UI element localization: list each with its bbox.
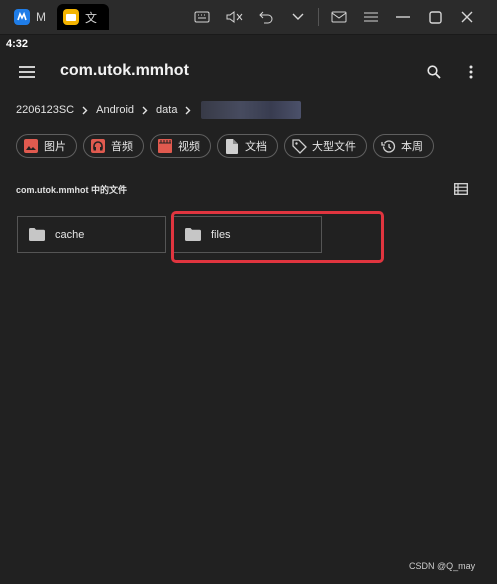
watermark: CSDN @Q_may — [409, 561, 476, 571]
chevron-right-icon — [185, 106, 191, 115]
chip-large-files-label: 大型文件 — [312, 141, 356, 153]
chip-images[interactable]: 图片 — [16, 134, 77, 158]
close-icon[interactable] — [451, 6, 483, 28]
folder-name: cache — [55, 228, 85, 241]
chip-video[interactable]: 视频 — [150, 134, 211, 158]
app-logo-icon — [14, 9, 30, 25]
list-view-toggle[interactable] — [451, 180, 471, 198]
search-icon — [427, 65, 441, 79]
window-tab-1-label: M — [36, 10, 46, 24]
chip-large-files[interactable]: 大型文件 — [284, 134, 367, 158]
menu-icon — [19, 66, 35, 78]
headphones-icon — [90, 138, 106, 154]
chip-this-week-label: 本周 — [401, 141, 423, 153]
chip-video-label: 视频 — [178, 141, 200, 153]
window-tab-1[interactable]: M — [8, 4, 52, 30]
chip-audio[interactable]: 音频 — [83, 134, 144, 158]
app-bar: com.utok.mmhot — [0, 54, 497, 90]
history-icon — [380, 138, 396, 154]
mail-icon[interactable] — [323, 6, 355, 28]
folder-app-icon — [63, 9, 79, 25]
breadcrumb-item-data[interactable]: data — [156, 104, 177, 116]
breadcrumb-item-redacted[interactable] — [201, 101, 302, 119]
breadcrumb-item-device[interactable]: 2206123SC — [16, 104, 74, 116]
status-time: 4:32 — [6, 38, 29, 50]
breadcrumb: 2206123SC Android data — [16, 100, 302, 120]
maximize-icon[interactable] — [419, 6, 451, 28]
mute-icon[interactable] — [218, 6, 250, 28]
search-button[interactable] — [422, 60, 446, 84]
page-title: com.utok.mmhot — [60, 62, 189, 79]
chevron-down-icon[interactable] — [282, 6, 314, 28]
chip-audio-label: 音频 — [111, 141, 133, 153]
image-icon — [23, 138, 39, 154]
window-tab-2[interactable]: 文 — [57, 4, 109, 30]
more-vert-icon — [469, 65, 473, 79]
minimize-icon[interactable] — [387, 6, 419, 28]
navigation-menu-button[interactable] — [14, 60, 40, 84]
folder-item-cache[interactable]: cache — [17, 216, 166, 253]
breadcrumb-item-android[interactable]: Android — [96, 104, 134, 116]
filter-chips: 图片 音频 视频 文档 大型文件 本周 — [16, 134, 434, 158]
keyboard-icon[interactable] — [186, 6, 218, 28]
window-tab-2-label: 文 — [85, 10, 98, 25]
undo-icon[interactable] — [250, 6, 282, 28]
chip-documents[interactable]: 文档 — [217, 134, 278, 158]
document-icon — [224, 138, 240, 154]
video-icon — [157, 138, 173, 154]
list-view-icon — [454, 183, 468, 195]
chip-images-label: 图片 — [44, 141, 66, 153]
tag-icon — [291, 138, 307, 154]
window-title-bar: M 文 — [0, 0, 497, 35]
folder-icon — [29, 228, 45, 241]
toolbar-divider — [318, 8, 319, 26]
annotation-highlight-box — [171, 211, 384, 263]
chevron-right-icon — [82, 106, 88, 115]
hamburger-menu-icon[interactable] — [355, 6, 387, 28]
chip-this-week[interactable]: 本周 — [373, 134, 434, 158]
section-title: com.utok.mmhot 中的文件 — [16, 185, 128, 195]
chip-documents-label: 文档 — [245, 141, 267, 153]
more-options-button[interactable] — [459, 60, 483, 84]
chevron-right-icon — [142, 106, 148, 115]
